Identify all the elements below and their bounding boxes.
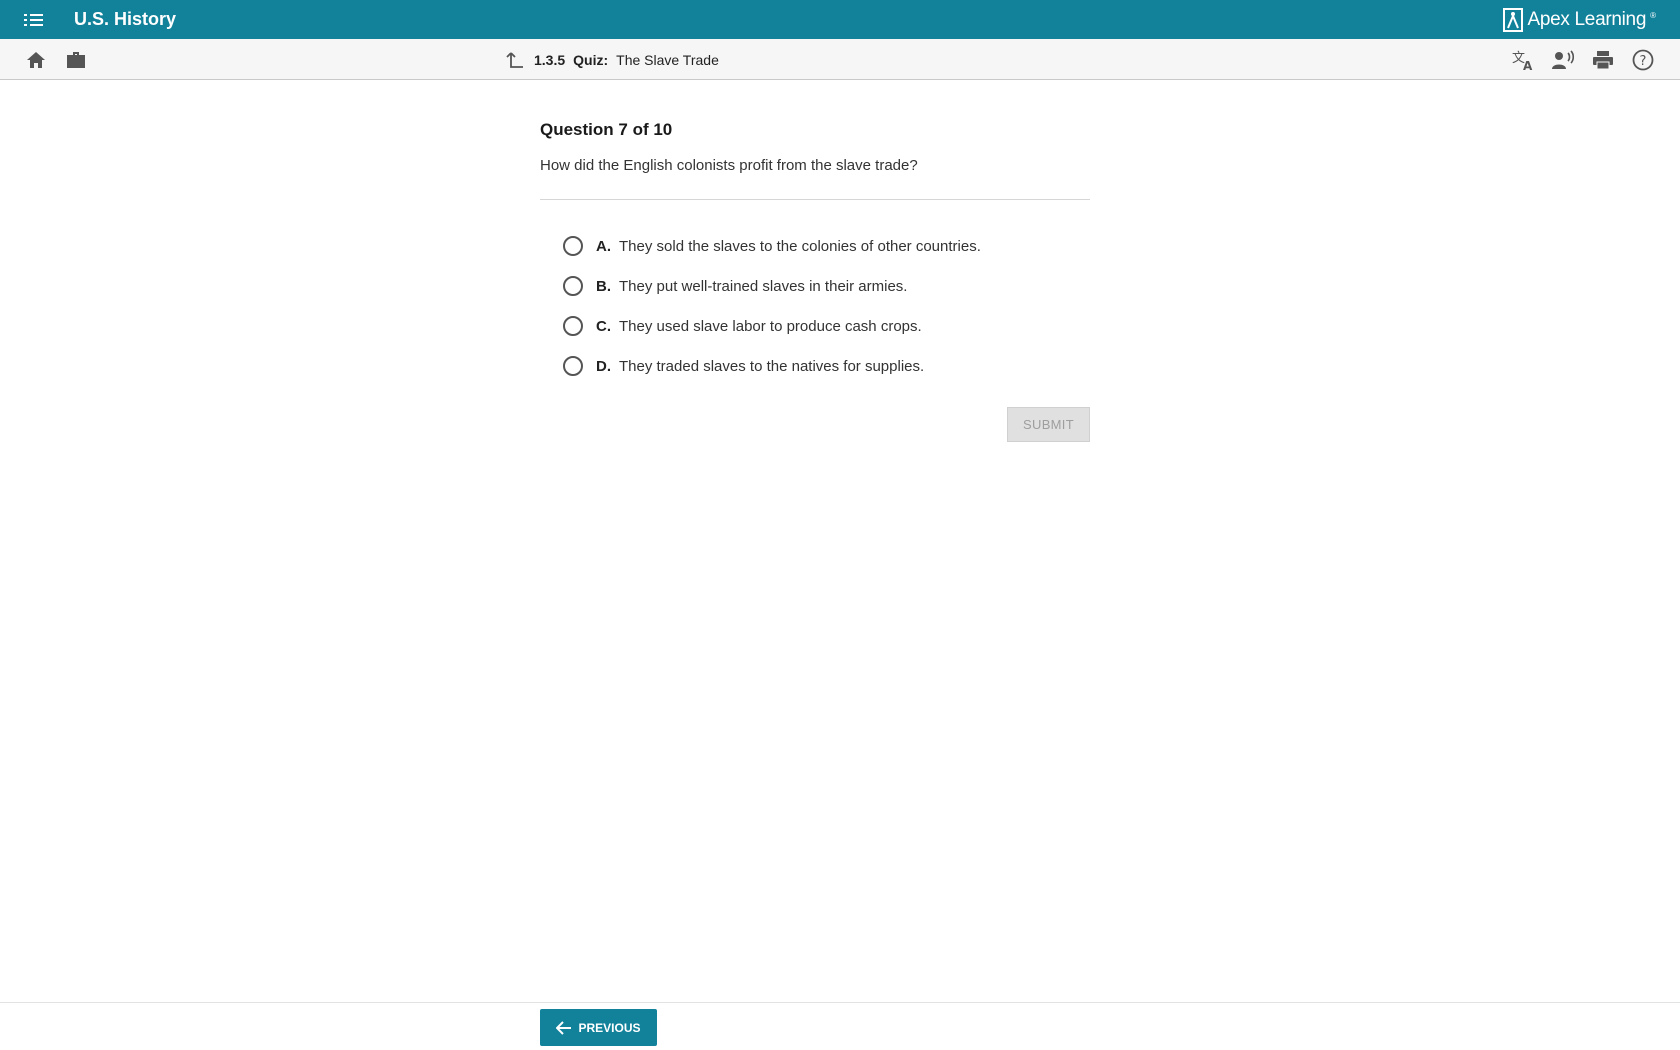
choice-text: They put well-trained slaves in their ar… xyxy=(619,277,908,295)
arrow-left-icon xyxy=(556,1020,572,1035)
choice-letter: D. xyxy=(596,357,611,375)
help-icon[interactable]: ? xyxy=(1631,48,1655,72)
briefcase-icon[interactable] xyxy=(64,48,88,72)
question-heading: Question 7 of 10 xyxy=(540,120,673,139)
home-icon[interactable] xyxy=(24,48,48,72)
previous-button[interactable]: PREVIOUS xyxy=(540,1009,657,1046)
question-text: How did the English colonists profit fro… xyxy=(540,157,918,174)
top-app-bar: U.S. History Apex Learning ® xyxy=(0,0,1680,39)
answer-choice-b[interactable]: B. They put well-trained slaves in their… xyxy=(563,266,1083,306)
activity-type: Quiz: xyxy=(573,52,609,68)
breadcrumb: 1.3.5 Quiz: The Slave Trade xyxy=(506,50,719,70)
choice-text: They traded slaves to the natives for su… xyxy=(619,357,925,375)
translate-icon[interactable]: 文 A xyxy=(1511,48,1535,72)
choice-text: They sold the slaves to the colonies of … xyxy=(619,237,981,255)
apex-logo-icon xyxy=(1503,8,1524,32)
menu-icon[interactable] xyxy=(24,10,48,30)
up-arrow-icon[interactable] xyxy=(506,51,524,69)
print-icon[interactable] xyxy=(1591,48,1615,72)
choice-text: They used slave labor to produce cash cr… xyxy=(619,317,922,335)
choice-letter: C. xyxy=(596,317,611,335)
svg-text:?: ? xyxy=(1640,54,1647,69)
answer-choice-a[interactable]: A. They sold the slaves to the colonies … xyxy=(563,226,1083,266)
radio-button[interactable] xyxy=(563,236,583,256)
submit-button[interactable]: SUBMIT xyxy=(1007,407,1090,442)
choice-letter: A. xyxy=(596,237,611,255)
svg-text:A: A xyxy=(1523,59,1533,71)
answer-choice-d[interactable]: D. They traded slaves to the natives for… xyxy=(563,346,1083,386)
footer-bar: PREVIOUS xyxy=(0,1002,1680,1050)
brand-name: Apex Learning xyxy=(1527,9,1647,30)
radio-button[interactable] xyxy=(563,276,583,296)
brand-logo: Apex Learning ® xyxy=(1503,7,1656,33)
previous-label: PREVIOUS xyxy=(578,1020,641,1035)
read-aloud-icon[interactable] xyxy=(1551,48,1575,72)
lesson-number: 1.3.5 xyxy=(534,52,566,68)
answer-choices: A. They sold the slaves to the colonies … xyxy=(563,226,1083,386)
brand-registered-mark: ® xyxy=(1650,11,1656,20)
activity-title: The Slave Trade xyxy=(616,52,719,68)
radio-button[interactable] xyxy=(563,356,583,376)
radio-button[interactable] xyxy=(563,316,583,336)
choice-letter: B. xyxy=(596,277,611,295)
answer-choice-c[interactable]: C. They used slave labor to produce cash… xyxy=(563,306,1083,346)
sub-toolbar: 1.3.5 Quiz: The Slave Trade 文 A ? xyxy=(0,39,1680,80)
divider xyxy=(540,199,1090,200)
course-title: U.S. History xyxy=(74,9,177,29)
